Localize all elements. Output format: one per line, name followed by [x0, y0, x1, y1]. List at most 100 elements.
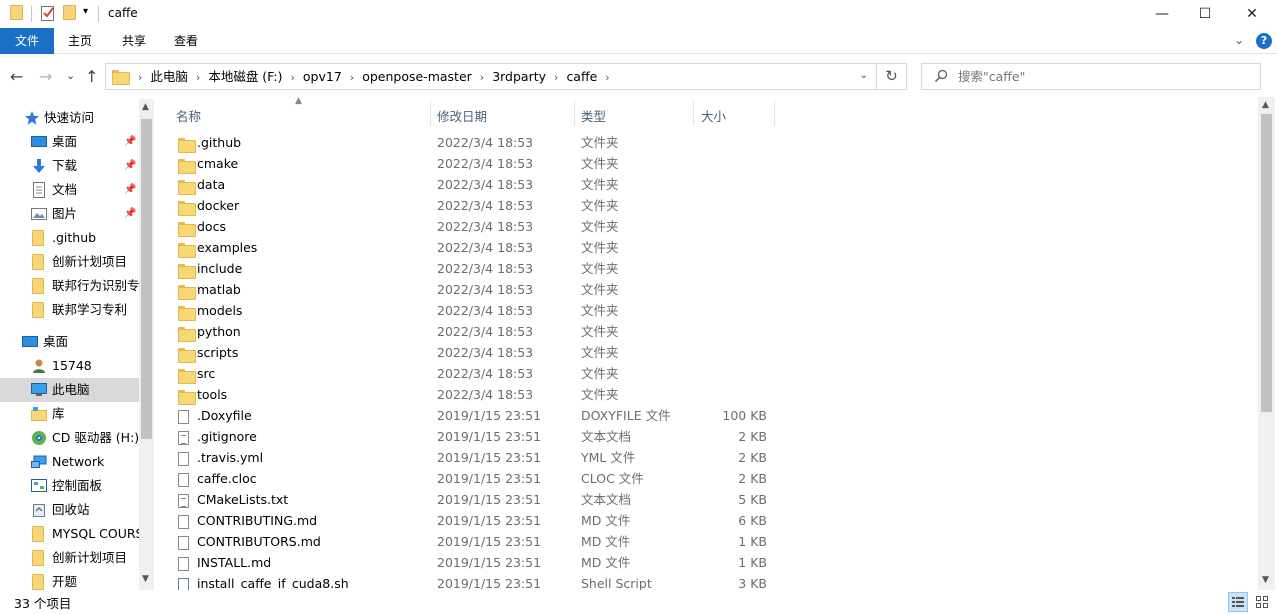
properties-icon[interactable]	[40, 4, 56, 25]
sidebar-item-libraries[interactable]: 库	[0, 402, 139, 426]
close-button[interactable]: ✕	[1229, 0, 1275, 28]
column-divider[interactable]	[693, 100, 694, 126]
chevron-right-icon[interactable]: ›	[346, 65, 358, 90]
forward-button[interactable]: →	[39, 67, 52, 86]
scroll-down-icon[interactable]: ▼	[142, 574, 149, 584]
refresh-button[interactable]: ↻	[877, 63, 907, 90]
folder-row[interactable]: examples 2022/3/4 18:53 文件夹	[160, 237, 1258, 258]
column-name[interactable]: 名称	[176, 106, 201, 125]
sidebar-item-folder[interactable]: 创新计划项目	[0, 250, 139, 274]
breadcrumb-item[interactable]: openpose-master	[358, 64, 476, 89]
column-type[interactable]: 类型	[581, 106, 606, 125]
folder-row[interactable]: matlab 2022/3/4 18:53 文件夹	[160, 279, 1258, 300]
chevron-right-icon[interactable]: ›	[601, 65, 613, 90]
file-size: 1 KB	[738, 534, 767, 549]
tab-home[interactable]: 主页	[56, 28, 104, 54]
address-dropdown-icon[interactable]: ⌄	[860, 70, 868, 81]
column-date[interactable]: 修改日期	[437, 106, 487, 125]
address-bar[interactable]: › 此电脑 › 本地磁盘 (F:) › opv17 › openpose-master › 3rd…	[105, 63, 877, 90]
folder-row[interactable]: docker 2022/3/4 18:53 文件夹	[160, 195, 1258, 216]
up-button[interactable]: ↑	[85, 67, 98, 86]
scrollbar-thumb[interactable]	[1261, 114, 1272, 412]
sidebar-item-this-pc[interactable]: 此电脑	[0, 378, 139, 402]
folder-row[interactable]: data 2022/3/4 18:53 文件夹	[160, 174, 1258, 195]
pin-icon[interactable]: 📌	[124, 130, 136, 154]
breadcrumb-item[interactable]: 3rdparty	[488, 64, 550, 89]
sidebar-item-folder[interactable]: 创新计划项目	[0, 546, 139, 570]
folder-row[interactable]: tools 2022/3/4 18:53 文件夹	[160, 384, 1258, 405]
sidebar-scrollbar[interactable]: ▲ ▼	[139, 99, 154, 590]
scroll-up-icon[interactable]: ▲	[142, 102, 149, 112]
sidebar-item-github[interactable]: .github	[0, 226, 139, 250]
chevron-right-icon[interactable]: ›	[287, 65, 299, 90]
sidebar-item-pictures[interactable]: 图片 📌	[0, 202, 139, 226]
sidebar-item-folder[interactable]: 联邦学习专利	[0, 298, 139, 322]
breadcrumb-item[interactable]: opv17	[299, 64, 346, 89]
scroll-up-icon[interactable]: ▲	[1262, 100, 1269, 110]
chevron-right-icon[interactable]: ›	[550, 65, 562, 90]
maximize-button[interactable]: ☐	[1182, 0, 1228, 28]
folder-row[interactable]: .github 2022/3/4 18:53 文件夹	[160, 132, 1258, 153]
sidebar-item-downloads[interactable]: 下载 📌	[0, 154, 139, 178]
customize-toolbar-icon[interactable]: ▾	[83, 6, 88, 17]
column-divider[interactable]	[574, 100, 575, 126]
scrollbar-thumb[interactable]	[141, 119, 152, 439]
folder-row[interactable]: src 2022/3/4 18:53 文件夹	[160, 363, 1258, 384]
back-button[interactable]: ←	[10, 67, 23, 86]
breadcrumb-item[interactable]: caffe	[562, 64, 601, 89]
new-folder-icon[interactable]	[63, 5, 76, 20]
file-list-scrollbar[interactable]: ▲ ▼	[1258, 97, 1275, 590]
file-row[interactable]: INSTALL.md 2019/1/15 23:51 MD 文件 1 KB	[160, 552, 1258, 573]
folder-row[interactable]: scripts 2022/3/4 18:53 文件夹	[160, 342, 1258, 363]
column-size[interactable]: 大小	[701, 106, 726, 125]
file-row[interactable]: CMakeLists.txt 2019/1/15 23:51 文本文档 5 KB	[160, 489, 1258, 510]
folder-row[interactable]: cmake 2022/3/4 18:53 文件夹	[160, 153, 1258, 174]
tab-file[interactable]: 文件	[0, 28, 54, 54]
sidebar-item-folder[interactable]: 开题	[0, 570, 139, 590]
recent-locations-button[interactable]: ⌄	[66, 69, 75, 82]
folder-row[interactable]: models 2022/3/4 18:53 文件夹	[160, 300, 1258, 321]
column-divider[interactable]	[430, 100, 431, 126]
folder-row[interactable]: python 2022/3/4 18:53 文件夹	[160, 321, 1258, 342]
pin-icon[interactable]: 📌	[124, 154, 136, 178]
sidebar-item-documents[interactable]: 文档 📌	[0, 178, 139, 202]
sidebar-item-quick-access[interactable]: 快速访问	[0, 106, 139, 130]
tab-share[interactable]: 共享	[110, 28, 158, 54]
sidebar-item-control-panel[interactable]: 控制面板	[0, 474, 139, 498]
search-input[interactable]	[958, 64, 1248, 89]
sidebar-item-cd-drive[interactable]: CD 驱动器 (H:)	[0, 426, 139, 450]
file-row[interactable]: CONTRIBUTORS.md 2019/1/15 23:51 MD 文件 1 KB	[160, 531, 1258, 552]
file-row[interactable]: .Doxyfile 2019/1/15 23:51 DOXYFILE 文件 100 K…	[160, 405, 1258, 426]
folder-row[interactable]: docs 2022/3/4 18:53 文件夹	[160, 216, 1258, 237]
sidebar-item-recycle-bin[interactable]: 回收站	[0, 498, 139, 522]
scroll-down-icon[interactable]: ▼	[1262, 575, 1269, 585]
file-row[interactable]: .travis.yml 2019/1/15 23:51 YML 文件 2 KB	[160, 447, 1258, 468]
folder-row[interactable]: include 2022/3/4 18:53 文件夹	[160, 258, 1258, 279]
column-divider[interactable]	[774, 100, 775, 126]
sidebar-item-desktop-root[interactable]: 桌面	[0, 330, 139, 354]
chevron-right-icon[interactable]: ›	[134, 65, 146, 90]
breadcrumb-item[interactable]: 此电脑	[146, 64, 192, 89]
sidebar-item-network[interactable]: Network	[0, 450, 139, 474]
file-row[interactable]: install_caffe_if_cuda8.sh 2019/1/15 23:51…	[160, 573, 1258, 590]
file-row[interactable]: .gitignore 2019/1/15 23:51 文本文档 2 KB	[160, 426, 1258, 447]
sidebar-item-desktop[interactable]: 桌面 📌	[0, 130, 139, 154]
ribbon-expand-icon[interactable]: ⌄	[1234, 33, 1244, 47]
pin-icon[interactable]: 📌	[124, 178, 136, 202]
chevron-right-icon[interactable]: ›	[476, 65, 488, 90]
sidebar-item-user[interactable]: 15748	[0, 354, 139, 378]
tab-view[interactable]: 查看	[162, 28, 210, 54]
sidebar-item-folder[interactable]: 联邦行为识别专	[0, 274, 139, 298]
chevron-right-icon[interactable]: ›	[192, 65, 204, 90]
minimize-button[interactable]: —	[1139, 0, 1185, 28]
sidebar-item-folder[interactable]: MYSQL COURSE	[0, 522, 139, 546]
details-view-button[interactable]	[1228, 592, 1248, 612]
file-row[interactable]: caffe.cloc 2019/1/15 23:51 CLOC 文件 2 KB	[160, 468, 1258, 489]
file-row[interactable]: CONTRIBUTING.md 2019/1/15 23:51 MD 文件 6 KB	[160, 510, 1258, 531]
large-icons-view-button[interactable]	[1252, 592, 1272, 612]
search-box[interactable]	[921, 63, 1261, 90]
help-icon[interactable]: ?	[1256, 33, 1272, 49]
breadcrumb-item[interactable]: 本地磁盘 (F:)	[204, 64, 286, 89]
sidebar-item-label: .github	[52, 230, 97, 245]
pin-icon[interactable]: 📌	[124, 202, 136, 226]
